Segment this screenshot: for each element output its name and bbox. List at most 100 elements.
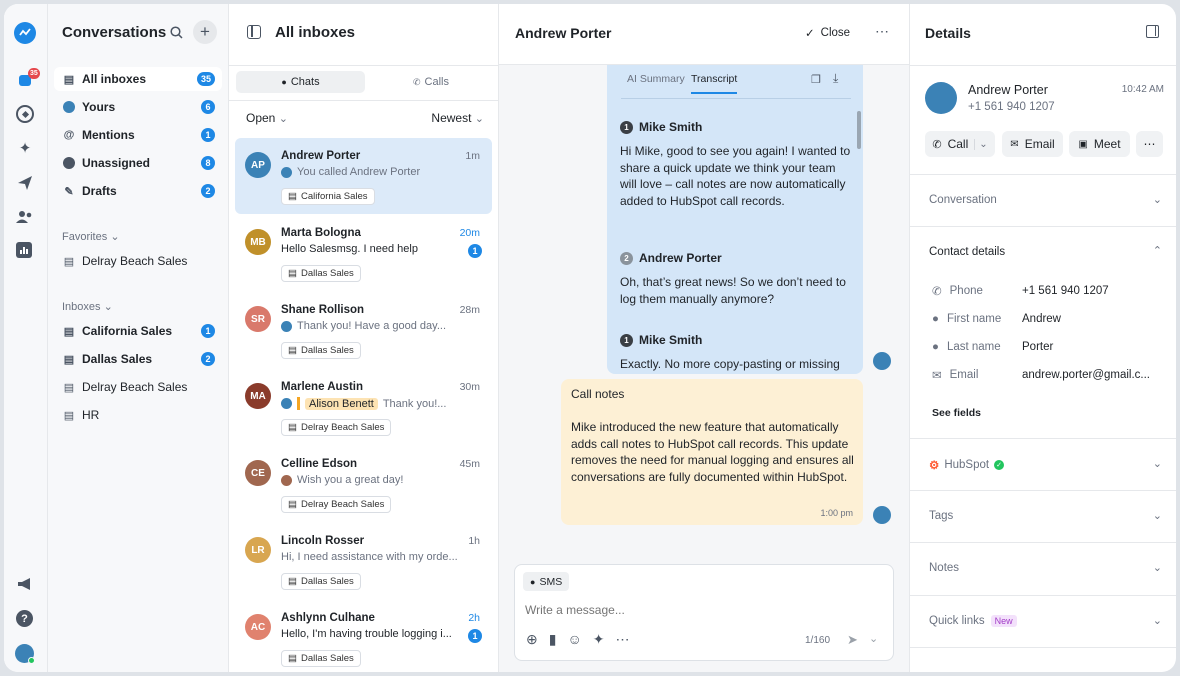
conversation-item[interactable]: CE Celline Edson 45m Wish you a great da… <box>235 446 492 522</box>
conversation-item[interactable]: AP Andrew Porter 1m You called Andrew Po… <box>235 138 492 214</box>
conversations-nav: Conversations + ▤ All inboxes 35 Yours 6 … <box>48 4 229 672</box>
contact-name: Marta Bologna <box>281 227 361 239</box>
inbox-tag: ▤ California Sales <box>281 188 375 205</box>
send-icon[interactable] <box>16 174 34 192</box>
inbox-item-hr[interactable]: ▤ HR <box>54 403 222 427</box>
scrollbar-thumb[interactable] <box>857 111 861 149</box>
tab-ai-summary[interactable]: AI Summary <box>627 73 685 85</box>
logo-icon[interactable] <box>14 22 36 44</box>
avatar: SR <box>245 306 271 332</box>
nav-item-unassigned[interactable]: Unassigned 8 <box>54 151 222 175</box>
section-contact-details: Contact details ⌃ ✆ Phone +1 561 940 1207 … <box>910 226 1176 438</box>
conversation-item[interactable]: MB Marta Bologna 20m Hello Salesmsg. I n… <box>235 215 492 291</box>
close-button[interactable]: ✓ Close <box>805 26 850 40</box>
more-icon[interactable]: ⋯ <box>615 631 629 648</box>
mini-avatar <box>281 320 292 332</box>
chevron-down-icon: ⌄ <box>110 231 120 243</box>
section-conversation[interactable]: Conversation ⌄ <box>910 174 1176 226</box>
contact-name: Shane Rollison <box>281 304 365 316</box>
more-actions-button[interactable]: ⋯ <box>1136 131 1163 157</box>
section-quick-links[interactable]: Quick links New ⌄ <box>910 595 1176 648</box>
conversation-item[interactable]: LR Lincoln Rosser 1h Hi, I need assistan… <box>235 523 492 599</box>
reports-icon[interactable] <box>16 242 32 258</box>
sort-dropdown[interactable]: Newest ⌄ <box>431 111 484 125</box>
transcript-text: Oh, that’s great news! So we don’t need … <box>620 275 846 306</box>
see-fields-link[interactable]: See fields <box>932 407 981 419</box>
sidebar-toggle-icon[interactable] <box>247 25 261 39</box>
contact-name: Marlene Austin <box>281 381 364 393</box>
chat-bubble-icon: ● <box>281 77 287 87</box>
send-icon[interactable]: ➤ <box>847 632 858 648</box>
chevron-down-icon[interactable]: ⌄ <box>974 138 988 150</box>
sparkle-icon[interactable]: ✦ <box>16 139 34 157</box>
megaphone-icon[interactable] <box>16 575 34 593</box>
more-icon: ⋯ <box>1143 137 1156 151</box>
online-status-dot <box>28 657 35 664</box>
message-preview: You called Andrew Porter <box>297 166 421 178</box>
nav-item-all-inboxes[interactable]: ▤ All inboxes 35 <box>54 67 222 91</box>
contact-phone: +1 561 940 1207 <box>968 101 1055 113</box>
collapse-panel-icon[interactable] <box>1146 25 1159 38</box>
divider <box>229 65 498 66</box>
conversation-item[interactable]: SR Shane Rollison 28m Thank you! Have a … <box>235 292 492 368</box>
chat-header: Andrew Porter ✓ Close ⋯ <box>499 4 909 65</box>
help-icon[interactable]: ? <box>16 610 33 627</box>
contacts-icon[interactable] <box>16 208 34 226</box>
favorites-header[interactable]: Favorites ⌄ <box>62 230 120 243</box>
nav-item-drafts[interactable]: ✎ Drafts 2 <box>54 179 222 203</box>
inbox-tag: ▤ Delray Beach Sales <box>281 496 392 513</box>
user-avatar[interactable] <box>15 644 35 664</box>
tab-transcript[interactable]: Transcript <box>691 73 738 94</box>
download-icon[interactable]: ⤓ <box>833 71 838 86</box>
copy-icon[interactable]: ❐ <box>811 73 821 86</box>
chevron-down-icon: ⌄ <box>103 301 113 313</box>
avatar: AC <box>245 614 271 640</box>
conversation-item[interactable]: MA Marlene Austin 30m Alison Benett Than… <box>235 369 492 445</box>
conversation-item[interactable]: AC Ashlynn Culhane 2h Hello, I'm having … <box>235 600 492 672</box>
compass-icon[interactable] <box>16 105 34 123</box>
favorite-item[interactable]: ▤ Delray Beach Sales <box>54 249 222 273</box>
inboxes-header[interactable]: Inboxes ⌄ <box>62 300 113 313</box>
chevron-up-icon[interactable]: ⌃ <box>1153 244 1162 257</box>
details-panel: Details Andrew Porter +1 561 940 1207 10… <box>910 4 1176 672</box>
section-title: Contact details <box>929 246 1006 258</box>
search-icon[interactable] <box>168 24 184 40</box>
emoji-icon[interactable]: ☺ <box>567 631 581 648</box>
section-hubspot[interactable]: ⚙ HubSpot ✓ ⌄ <box>910 438 1176 490</box>
count-badge: 1 <box>201 324 215 338</box>
inbox-list-panel: All inboxes ● Chats ✆ Calls Open ⌄ Newest … <box>229 4 499 672</box>
new-conversation-button[interactable]: + <box>193 20 217 44</box>
pencil-icon: ✎ <box>64 185 74 198</box>
inbox-item-california[interactable]: ▤ California Sales 1 <box>54 319 222 343</box>
nav-item-yours[interactable]: Yours 6 <box>54 95 222 119</box>
bookmark-icon[interactable]: ▮ <box>549 631 557 648</box>
email-button[interactable]: ✉ Email <box>1002 131 1063 157</box>
inbox-item-dallas[interactable]: ▤ Dallas Sales 2 <box>54 347 222 371</box>
send-options-chevron-icon[interactable]: ⌄ <box>869 632 878 645</box>
count-badge: 6 <box>201 100 215 114</box>
nav-item-mentions[interactable]: @ Mentions 1 <box>54 123 222 147</box>
add-icon[interactable]: ⊕ <box>526 631 538 648</box>
inbox-tag: ▤ Dallas Sales <box>281 265 361 282</box>
inbox-item-delray[interactable]: ▤ Delray Beach Sales <box>54 375 222 399</box>
transcript-entry: 2 Andrew Porter Oh, that’s great news! So… <box>620 251 852 307</box>
tab-chats[interactable]: ● Chats <box>236 71 365 93</box>
status-filter[interactable]: Open ⌄ <box>246 111 288 125</box>
sparkle-icon[interactable]: ✦ <box>593 631 605 648</box>
inbox-tray-icon: ▤ <box>63 255 75 268</box>
meet-button[interactable]: ▣ Meet <box>1069 131 1130 157</box>
avatar: CE <box>245 460 271 486</box>
avatar <box>873 352 891 370</box>
more-icon[interactable]: ⋯ <box>875 23 889 40</box>
composer: ●SMS ⊕ ▮ ☺ ✦ ⋯ 1/160 ➤ ⌄ <box>514 564 894 661</box>
notes-body: Mike introduced the new feature that aut… <box>571 420 854 484</box>
tab-calls[interactable]: ✆ Calls <box>369 71 493 93</box>
transcript-entry: 1 Mike Smith Hi Mike, good to see you aga… <box>620 120 852 209</box>
section-notes[interactable]: Notes ⌄ <box>910 542 1176 595</box>
message-input[interactable] <box>525 600 865 620</box>
section-tags[interactable]: Tags ⌄ <box>910 490 1176 542</box>
message-preview: Hello Salesmsg. I need help <box>281 243 418 255</box>
call-button[interactable]: ✆ Call ⌄ <box>925 131 995 157</box>
channel-selector[interactable]: ● SMS <box>523 572 570 591</box>
inbox-icon[interactable]: 35 <box>16 68 40 90</box>
